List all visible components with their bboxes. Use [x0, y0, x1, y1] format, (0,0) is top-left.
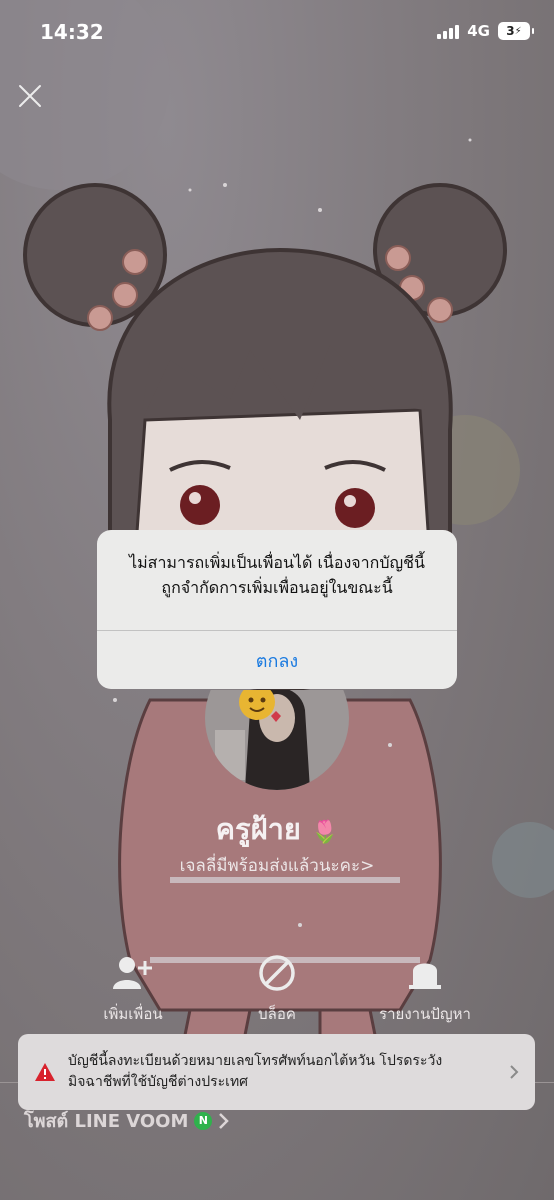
profile-name-text: ครูฝ้าย — [215, 812, 301, 846]
status-bar: 14:32 4G 3 ⚡ — [0, 0, 554, 68]
alert-line-2: ถูกจำกัดการเพิ่มเพื่อนอยู่ในขณะนี้ — [161, 578, 393, 597]
status-indicators: 4G 3 ⚡ — [437, 22, 534, 40]
warning-line-1: บัญชีนี้ลงทะเบียนด้วยหมายเลขโทรศัพท์นอกไ… — [68, 1053, 443, 1069]
warning-icon — [35, 1063, 55, 1081]
avatar[interactable] — [205, 646, 349, 790]
status-message[interactable]: เจลลี่มีพร้อมส่งแล้วนะคะ> — [0, 852, 554, 879]
report-label: รายงานปัญหา — [379, 1005, 471, 1023]
ok-button[interactable]: ตกลง — [97, 631, 457, 689]
overseas-account-warning[interactable]: บัญชีนี้ลงทะเบียนด้วยหมายเลขโทรศัพท์นอกไ… — [18, 1034, 535, 1110]
add-friend-label: เพิ่มเพื่อน — [103, 1005, 163, 1023]
tulip-emoji: 🌷 — [310, 820, 339, 845]
profile-name: ครูฝ้าย 🌷 — [0, 806, 554, 852]
battery-icon: 3 ⚡ — [498, 22, 534, 40]
block-label: บล็อค — [258, 1005, 296, 1023]
add-friend-icon — [113, 957, 152, 989]
block-button[interactable]: บล็อค — [202, 952, 352, 1026]
new-badge: N — [194, 1111, 213, 1130]
warning-line-2: มิจฉาชีพที่ใช้บัญชีต่างประเทศ — [68, 1074, 249, 1090]
block-icon — [259, 955, 295, 991]
alert-dialog: ไม่สามารถเพิ่มเป็นเพื่อนได้ เนื่องจากบัญ… — [97, 530, 457, 689]
network-type: 4G — [467, 22, 490, 40]
line-voom-link[interactable]: โพสต์ LINE VOOM N — [24, 1106, 230, 1135]
alert-line-1: ไม่สามารถเพิ่มเป็นเพื่อนได้ เนื่องจากบัญ… — [129, 553, 425, 572]
close-icon — [19, 85, 41, 107]
line-voom-label: โพสต์ LINE VOOM — [24, 1111, 189, 1132]
chevron-right-icon — [219, 1112, 230, 1129]
close-button[interactable] — [18, 84, 42, 108]
report-icon — [409, 963, 441, 989]
report-button[interactable]: รายงานปัญหา — [350, 952, 500, 1026]
warning-text: บัญชีนี้ลงทะเบียนด้วยหมายเลขโทรศัพท์นอกไ… — [68, 1051, 509, 1093]
signal-icon — [437, 23, 460, 39]
alert-message: ไม่สามารถเพิ่มเป็นเพื่อนได้ เนื่องจากบัญ… — [97, 530, 457, 630]
status-time: 14:32 — [40, 20, 104, 44]
add-friend-button[interactable]: เพิ่มเพื่อน — [58, 952, 208, 1026]
battery-level: 3 — [506, 24, 515, 38]
profile-actions: เพิ่มเพื่อน บล็อค รายงานปัญหา — [0, 952, 554, 1032]
chevron-right-icon — [510, 1065, 519, 1079]
